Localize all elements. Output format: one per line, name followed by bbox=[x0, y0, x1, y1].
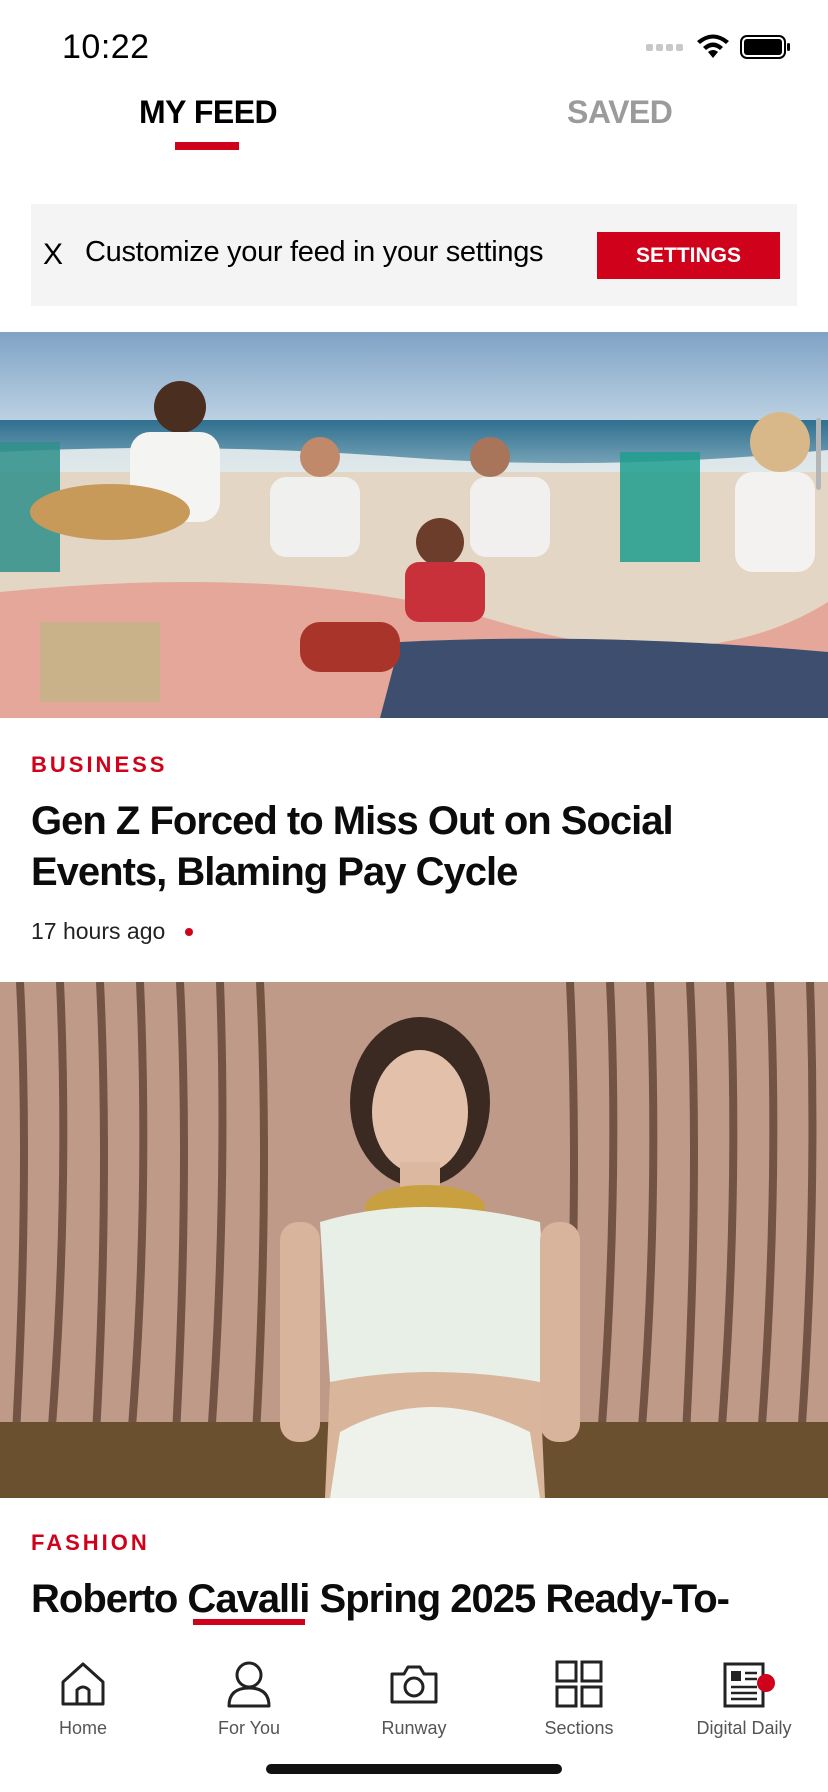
tab-saved[interactable]: SAVED bbox=[567, 94, 673, 131]
article-timestamp: 17 hours ago bbox=[31, 918, 166, 944]
nav-runway[interactable]: Runway bbox=[339, 1656, 489, 1739]
settings-button[interactable]: SETTINGS bbox=[597, 232, 780, 279]
battery-icon bbox=[740, 35, 790, 59]
article-image-beach[interactable] bbox=[0, 332, 828, 718]
feed-tabs: MY FEED SAVED bbox=[0, 88, 828, 158]
article-category[interactable]: BUSINESS bbox=[31, 752, 167, 778]
status-time: 10:22 bbox=[62, 28, 150, 66]
home-indicator bbox=[266, 1764, 562, 1774]
nav-label-sections: Sections bbox=[544, 1718, 614, 1738]
nav-label-runway: Runway bbox=[381, 1718, 447, 1738]
article-headline[interactable]: Gen Z Forced to Miss Out on Social Event… bbox=[31, 796, 797, 898]
home-icon bbox=[61, 1662, 105, 1706]
nav-home[interactable]: Home bbox=[8, 1656, 158, 1739]
article-headline[interactable]: Roberto Cavalli Spring 2025 Ready-To- bbox=[31, 1574, 797, 1625]
article-meta: 17 hours ago bbox=[31, 918, 194, 945]
nav-label-home: Home bbox=[58, 1718, 107, 1738]
article-image-runway[interactable] bbox=[0, 982, 828, 1498]
wifi-icon bbox=[697, 34, 729, 58]
scroll-indicator[interactable] bbox=[816, 418, 821, 490]
link-underline bbox=[193, 1619, 305, 1625]
person-icon bbox=[227, 1661, 271, 1708]
nav-for-you[interactable]: For You bbox=[174, 1656, 324, 1739]
status-icons bbox=[646, 34, 792, 60]
signal-icon bbox=[646, 44, 683, 51]
nav-sections[interactable]: Sections bbox=[504, 1656, 654, 1739]
article-category[interactable]: FASHION bbox=[31, 1530, 150, 1556]
banner-close-button[interactable]: X bbox=[43, 238, 63, 272]
customize-banner: X Customize your feed in your settings S… bbox=[31, 204, 797, 306]
tab-my-feed[interactable]: MY FEED bbox=[139, 94, 278, 131]
nav-label-for-you: For You bbox=[217, 1718, 281, 1738]
camera-icon bbox=[390, 1665, 438, 1704]
grid-icon bbox=[555, 1660, 603, 1708]
notification-badge bbox=[757, 1674, 775, 1692]
nav-digital-daily[interactable]: Digital Daily bbox=[669, 1656, 819, 1739]
status-bar: 10:22 bbox=[0, 0, 828, 96]
banner-text: Customize your feed in your settings bbox=[85, 236, 544, 268]
unread-dot bbox=[185, 927, 194, 936]
nav-label-digital-daily: Digital Daily bbox=[696, 1718, 792, 1738]
active-tab-indicator bbox=[175, 142, 239, 150]
